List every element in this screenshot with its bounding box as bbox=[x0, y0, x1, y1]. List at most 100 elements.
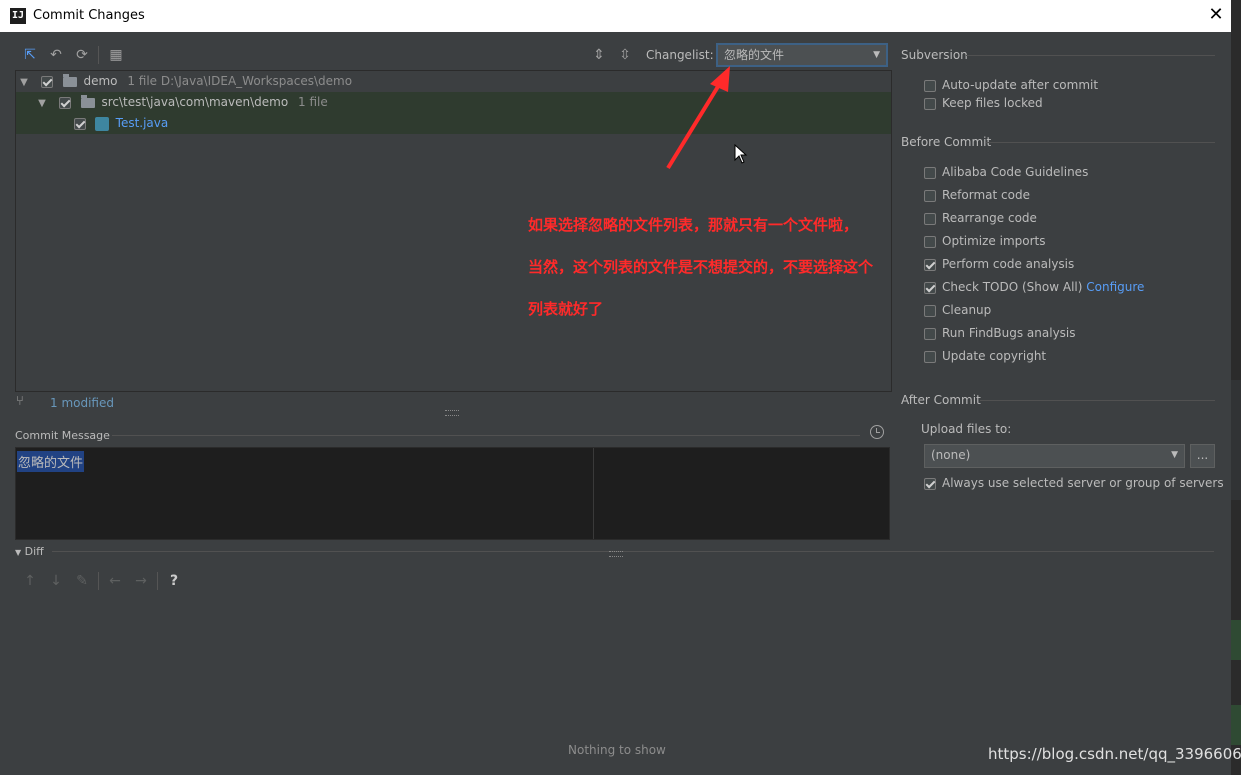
tree-row-test-java[interactable]: Test.java bbox=[16, 113, 891, 134]
tree-row-demo[interactable]: ▼ demo 1 file D:\Java\IDEA_Workspaces\de… bbox=[16, 71, 891, 92]
option-code-analysis[interactable]: Perform code analysis bbox=[924, 254, 1074, 274]
toolbar-separator bbox=[98, 46, 99, 64]
help-icon[interactable]: ? bbox=[164, 571, 184, 591]
commit-message-editor[interactable]: 忽略的文件 bbox=[15, 447, 890, 540]
option-label: Run FindBugs analysis bbox=[942, 326, 1076, 340]
option-alibaba-guidelines[interactable]: Alibaba Code Guidelines bbox=[924, 162, 1088, 182]
option-optimize-imports[interactable]: Optimize imports bbox=[924, 231, 1046, 251]
folder-icon bbox=[62, 73, 77, 87]
upload-server-value: (none) bbox=[931, 448, 971, 462]
upload-server-dropdown[interactable]: (none) ▼ bbox=[924, 444, 1185, 468]
subversion-header: Subversion bbox=[901, 48, 968, 62]
configure-link[interactable]: Configure bbox=[1086, 280, 1144, 294]
toolbar-separator bbox=[157, 572, 158, 590]
checkbox[interactable] bbox=[924, 258, 936, 271]
browse-button[interactable]: ... bbox=[1190, 444, 1215, 468]
option-label: Always use selected server or group of s… bbox=[942, 476, 1224, 490]
option-label: Reformat code bbox=[942, 188, 1030, 202]
commit-message-label: Commit Message bbox=[15, 429, 110, 442]
chevron-down-icon[interactable]: ▼ bbox=[37, 93, 47, 114]
strip-block bbox=[1231, 705, 1241, 745]
window-title: Commit Changes bbox=[33, 8, 145, 23]
changelist-label: Changelist: bbox=[646, 48, 714, 62]
expand-all-icon[interactable]: ⇕ bbox=[589, 45, 609, 65]
option-check-todo[interactable]: Check TODO (Show All) Configure bbox=[924, 277, 1144, 297]
option-rearrange-code[interactable]: Rearrange code bbox=[924, 208, 1037, 228]
option-auto-update[interactable]: Auto-update after commit bbox=[924, 75, 1098, 95]
option-always-use-server[interactable]: Always use selected server or group of s… bbox=[924, 473, 1224, 493]
history-icon[interactable] bbox=[870, 425, 884, 439]
tree-item-name: Test.java bbox=[115, 116, 169, 130]
changelist-value: 忽略的文件 bbox=[724, 48, 785, 62]
checkbox[interactable] bbox=[924, 97, 936, 110]
toolbar-separator bbox=[98, 572, 99, 590]
collapse-all-icon[interactable]: ⇳ bbox=[615, 45, 635, 65]
option-reformat-code[interactable]: Reformat code bbox=[924, 185, 1030, 205]
option-update-copyright[interactable]: Update copyright bbox=[924, 346, 1046, 366]
option-label: Keep files locked bbox=[942, 96, 1043, 110]
close-icon[interactable]: ✕ bbox=[1206, 4, 1226, 26]
chevron-down-icon[interactable]: ▼ bbox=[19, 72, 29, 93]
tree-row-src[interactable]: ▼ src\test\java\com\maven\demo 1 file bbox=[16, 92, 891, 113]
option-label: Optimize imports bbox=[942, 234, 1046, 248]
checkbox[interactable] bbox=[924, 350, 936, 363]
tree-item-name: src\test\java\com\maven\demo bbox=[101, 95, 289, 109]
chevron-down-icon: ▼ bbox=[873, 50, 880, 60]
chevron-down-icon[interactable]: ▼ bbox=[15, 548, 21, 557]
checkbox[interactable] bbox=[924, 189, 936, 202]
refresh-icon[interactable]: ⟳ bbox=[72, 45, 92, 65]
strip-block bbox=[1231, 620, 1241, 660]
group-by-icon[interactable]: ▦ bbox=[106, 45, 126, 65]
diff-empty-text: Nothing to show bbox=[568, 743, 666, 757]
option-label: Update copyright bbox=[942, 349, 1047, 363]
checkbox[interactable] bbox=[924, 166, 936, 179]
checkbox[interactable] bbox=[924, 304, 936, 317]
option-label: Check TODO (Show All) bbox=[942, 280, 1083, 294]
diff-section-header[interactable]: ▼ Diff bbox=[15, 545, 44, 558]
checkbox[interactable] bbox=[924, 327, 936, 340]
divider bbox=[112, 435, 860, 436]
checkbox[interactable] bbox=[924, 79, 936, 92]
folder-icon bbox=[80, 94, 95, 108]
checkbox[interactable] bbox=[924, 281, 936, 294]
checkbox[interactable] bbox=[924, 235, 936, 248]
before-commit-header: Before Commit bbox=[901, 135, 992, 149]
tree-item-name: demo bbox=[83, 74, 118, 88]
option-label: Cleanup bbox=[942, 303, 992, 317]
modified-count[interactable]: 1 modified bbox=[50, 396, 114, 410]
arrow-left-icon[interactable]: ← bbox=[105, 571, 125, 591]
branch-icon[interactable]: ⑂ bbox=[16, 394, 24, 409]
background-editor-strip bbox=[1231, 0, 1241, 775]
option-label: Perform code analysis bbox=[942, 257, 1075, 271]
arrow-up-icon[interactable]: ↑ bbox=[20, 571, 40, 591]
src-checkbox[interactable] bbox=[58, 96, 71, 109]
show-diff-icon[interactable]: ⇱ bbox=[20, 45, 40, 65]
test-java-checkbox[interactable] bbox=[74, 117, 86, 130]
watermark: https://blog.csdn.net/qq_33966061 bbox=[988, 745, 1241, 763]
arrow-right-icon[interactable]: → bbox=[131, 571, 151, 591]
commit-message-text: 忽略的文件 bbox=[17, 451, 85, 472]
option-findbugs[interactable]: Run FindBugs analysis bbox=[924, 323, 1076, 343]
diff-label: Diff bbox=[24, 545, 44, 558]
edit-icon[interactable]: ✎ bbox=[72, 571, 92, 591]
option-keep-locked[interactable]: Keep files locked bbox=[924, 93, 1043, 113]
option-cleanup[interactable]: Cleanup bbox=[924, 300, 991, 320]
arrow-down-icon[interactable]: ↓ bbox=[46, 571, 66, 591]
demo-checkbox[interactable] bbox=[40, 75, 53, 88]
annotation-line: 当然，这个列表的文件是不想提交的，不要选择这个 bbox=[528, 258, 874, 276]
annotation-line: 如果选择忽略的文件列表，那就只有一个文件啦， bbox=[528, 216, 859, 234]
checkbox[interactable] bbox=[924, 212, 936, 225]
splitter-handle[interactable] bbox=[445, 410, 459, 416]
upload-label: Upload files to: bbox=[921, 422, 1012, 436]
option-label: Alibaba Code Guidelines bbox=[942, 165, 1089, 179]
checkbox[interactable] bbox=[924, 477, 936, 490]
title-bar: IJ Commit Changes ✕ bbox=[0, 0, 1231, 32]
java-class-icon bbox=[94, 116, 109, 131]
option-label: Auto-update after commit bbox=[942, 78, 1099, 92]
strip-block bbox=[1231, 380, 1241, 500]
intellij-idea-icon: IJ bbox=[10, 8, 26, 24]
divider bbox=[52, 551, 1214, 552]
splitter-handle[interactable] bbox=[609, 551, 623, 557]
divider bbox=[986, 142, 1215, 143]
rollback-icon[interactable]: ↶ bbox=[46, 45, 66, 65]
